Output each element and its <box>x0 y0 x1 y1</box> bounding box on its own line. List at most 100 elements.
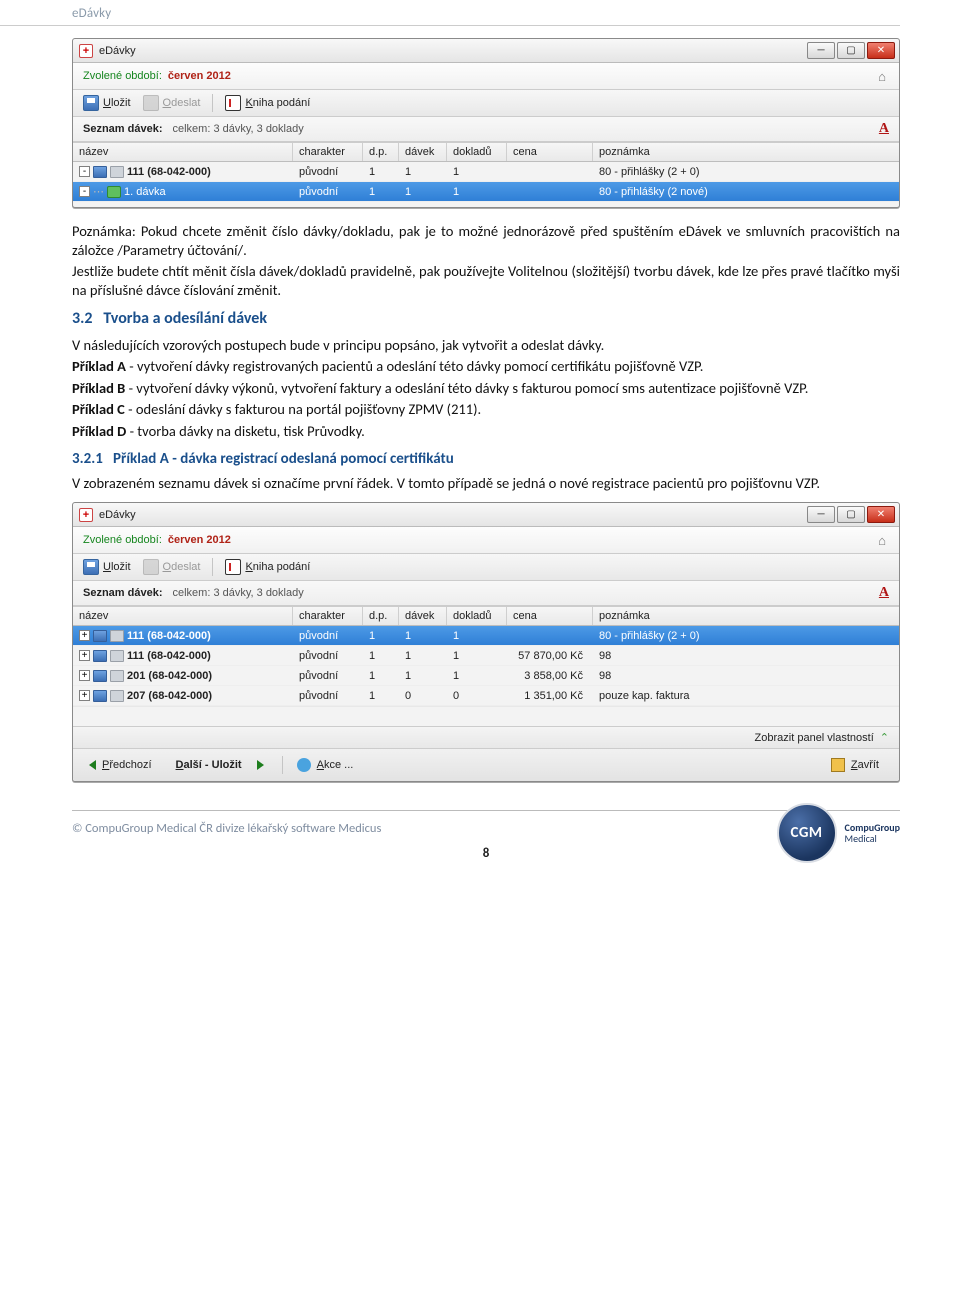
action-button[interactable]: Akce ... <box>291 755 364 775</box>
cell-dav: 1 <box>399 184 447 200</box>
cell-pozn: 80 - přihlášky (2 + 0) <box>593 628 899 644</box>
book-icon <box>225 559 241 575</box>
table-row[interactable]: + 207 (68-042-000)původní1001 351,00 Kčp… <box>73 686 899 706</box>
col-char[interactable]: charakter <box>293 143 363 161</box>
col-davek[interactable]: dávek <box>399 143 447 161</box>
cell-dav: 1 <box>399 164 447 180</box>
col-dp[interactable]: d.p. <box>363 143 399 161</box>
save-button[interactable]: Uložit <box>83 95 131 111</box>
summary-bar: Seznam dávek: celkem: 3 dávky, 3 doklady… <box>73 581 899 606</box>
cgm-text: CompuGroup Medical <box>845 822 900 845</box>
period-label: Zvolené období: <box>83 534 162 546</box>
next-save-button[interactable]: Další - Uložit <box>170 755 274 775</box>
titlebar: eDávky ─ ▢ ✕ <box>73 39 899 63</box>
cell-char: původní <box>293 668 363 684</box>
disk-icon <box>93 630 107 642</box>
cell-dp: 1 <box>363 184 399 200</box>
warning-icon[interactable]: A <box>879 121 889 137</box>
cell-char: původní <box>293 688 363 704</box>
period-row: Zvolené období: červen 2012 ⌂ <box>73 527 899 554</box>
heading-3-2-1: 3.2.1 Příklad A - dávka registrací odesl… <box>72 450 900 469</box>
table-row[interactable]: ⋯ 880808/8872 - Tomáš Zavadilregistrace <box>73 202 899 208</box>
tree-expander[interactable]: + <box>79 650 90 661</box>
toolbar-separator <box>282 756 283 774</box>
tree-connector-icon: ⋯ <box>93 185 104 198</box>
send-button: Odeslat <box>143 559 201 575</box>
prev-button[interactable]: Předchozí <box>83 755 162 775</box>
grid: název charakter d.p. dávek dokladů cena … <box>73 606 899 726</box>
save-button[interactable]: Uložit <box>83 559 131 575</box>
close-button[interactable]: ✕ <box>867 42 895 59</box>
col-pozn[interactable]: poznámka <box>593 607 899 625</box>
row-name: 111 (68-042-000) <box>127 166 211 178</box>
cell-cena: 57 870,00 Kč <box>507 648 593 664</box>
grid: název charakter d.p. dávek dokladů cena … <box>73 142 899 208</box>
cell-dav: 1 <box>399 648 447 664</box>
close-button[interactable]: ✕ <box>867 506 895 523</box>
col-name[interactable]: název <box>73 143 293 161</box>
col-davek[interactable]: dávek <box>399 607 447 625</box>
book-button[interactable]: Kniha podání <box>225 559 310 575</box>
row-name: 1. dávka <box>124 186 166 198</box>
properties-footer[interactable]: Zobrazit panel vlastností⌃ <box>73 726 899 748</box>
col-cena[interactable]: cena <box>507 143 593 161</box>
warning-icon[interactable]: A <box>879 585 889 601</box>
toolbar: Uložit Odeslat Kniha podání <box>73 90 899 117</box>
save-icon <box>83 559 99 575</box>
disk2-icon <box>110 650 124 662</box>
cell-dp: 1 <box>363 688 399 704</box>
cgm-logo: CGM CompuGroup Medical <box>777 803 900 863</box>
cell-dok: 0 <box>447 688 507 704</box>
cell-dok: 1 <box>447 648 507 664</box>
minimize-button[interactable]: ─ <box>807 506 835 523</box>
col-dp[interactable]: d.p. <box>363 607 399 625</box>
home-icon[interactable]: ⌂ <box>875 69 889 83</box>
table-row[interactable]: + 111 (68-042-000)původní11180 - přihláš… <box>73 626 899 646</box>
tree-expander[interactable]: + <box>79 690 90 701</box>
para-3-2-1: V zobrazeném seznamu dávek si označíme p… <box>72 474 900 493</box>
button-bar: Předchozí Další - Uložit Akce ... Zavřít <box>73 748 899 781</box>
document-body: Poznámka: Pokud chcete změnit číslo dávk… <box>72 222 900 492</box>
arrow-left-icon <box>89 760 96 770</box>
maximize-button[interactable]: ▢ <box>837 506 865 523</box>
book-button[interactable]: Kniha podání <box>225 95 310 111</box>
cell-dav: 0 <box>399 688 447 704</box>
col-cena[interactable]: cena <box>507 607 593 625</box>
home-icon[interactable]: ⌂ <box>875 533 889 547</box>
tree-expander[interactable]: + <box>79 670 90 681</box>
cell-char: původní <box>293 628 363 644</box>
row-name: 111 (68-042-000) <box>127 650 211 662</box>
close-dialog-button[interactable]: Zavřít <box>825 755 889 775</box>
cell-dok: 1 <box>447 184 507 200</box>
cell-cena: 1 351,00 Kč <box>507 688 593 704</box>
table-row[interactable]: + 111 (68-042-000)původní11157 870,00 Kč… <box>73 646 899 666</box>
example-b: Příklad B - vytvoření dávky výkonů, vytv… <box>72 379 900 398</box>
col-dokladu[interactable]: dokladů <box>447 607 507 625</box>
table-row[interactable]: + 201 (68-042-000)původní1113 858,00 Kč9… <box>73 666 899 686</box>
app-window-2: eDávky ─ ▢ ✕ Zvolené období: červen 2012… <box>72 502 900 782</box>
cell-pozn: 80 - přihlášky (2 nové) <box>593 184 899 200</box>
expand-up-icon: ⌃ <box>880 731 889 744</box>
summary-value: celkem: 3 dávky, 3 doklady <box>172 123 303 135</box>
cell-cena <box>507 170 593 174</box>
tree-connector-icon: ⋯ <box>79 205 90 208</box>
cell-dok: 1 <box>447 668 507 684</box>
titlebar: eDávky ─ ▢ ✕ <box>73 503 899 527</box>
cell-cena <box>507 190 593 194</box>
tree-expander[interactable]: - <box>79 166 90 177</box>
tree-expander[interactable]: - <box>79 186 90 197</box>
table-row[interactable]: -⋯ 1. dávkapůvodní11180 - přihlášky (2 n… <box>73 182 899 202</box>
col-pozn[interactable]: poznámka <box>593 143 899 161</box>
cube-icon <box>107 186 121 198</box>
note-1: Poznámka: Pokud chcete změnit číslo dávk… <box>72 222 900 259</box>
cell-dp: 1 <box>363 668 399 684</box>
maximize-button[interactable]: ▢ <box>837 42 865 59</box>
disk-icon <box>93 166 107 178</box>
minimize-button[interactable]: ─ <box>807 42 835 59</box>
col-name[interactable]: název <box>73 607 293 625</box>
table-row[interactable]: - 111 (68-042-000)původní11180 - přihláš… <box>73 162 899 182</box>
door-icon <box>831 758 845 772</box>
tree-expander[interactable]: + <box>79 630 90 641</box>
col-dokladu[interactable]: dokladů <box>447 143 507 161</box>
col-char[interactable]: charakter <box>293 607 363 625</box>
